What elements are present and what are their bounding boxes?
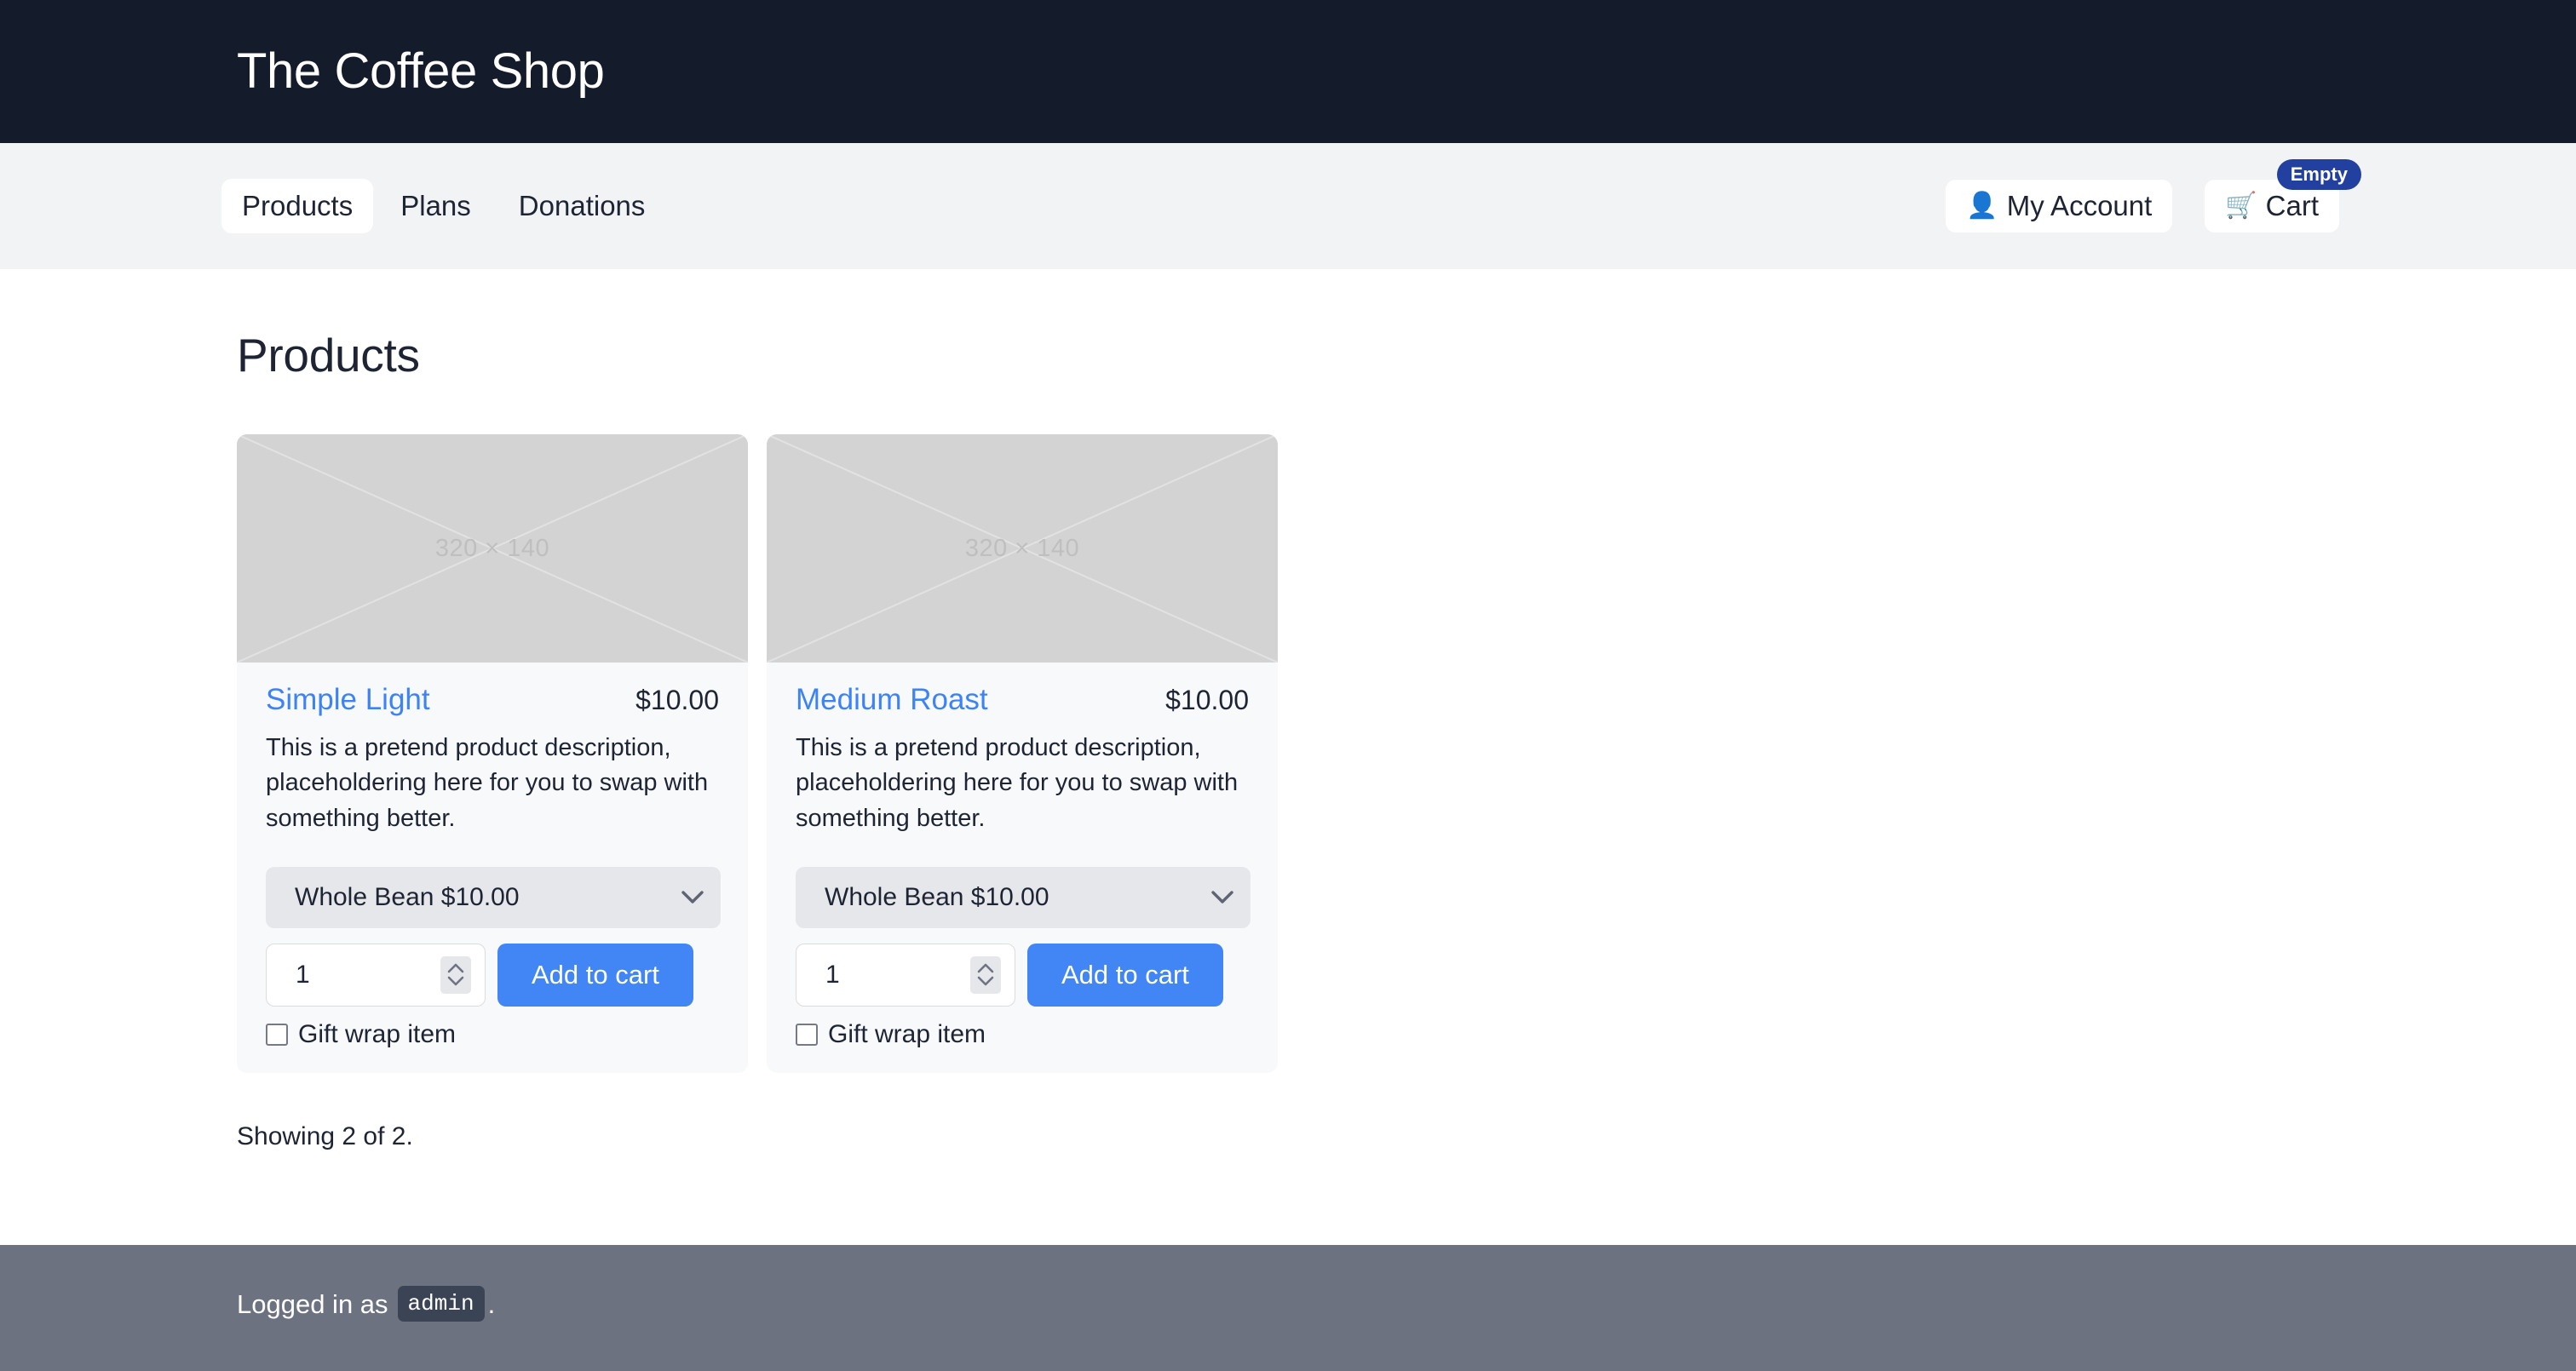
placeholder-dimensions-label: 320 × 140: [964, 534, 1080, 562]
product-image-placeholder: 320 × 140: [767, 434, 1278, 663]
main-navbar: Products Plans Donations 👤 My Account 🛒 …: [0, 143, 2576, 269]
logged-in-username: admin: [397, 1286, 485, 1322]
quantity-stepper[interactable]: 1: [266, 943, 486, 1007]
product-card-header: Simple Light $10.00: [266, 683, 719, 717]
product-variant-select[interactable]: Whole Bean $10.00: [266, 866, 721, 928]
quantity-value: 1: [825, 960, 840, 989]
nav-actions: 👤 My Account 🛒 Cart Empty: [1946, 158, 2361, 233]
login-status: Logged in as admin .: [237, 1286, 495, 1322]
cart-label: Cart: [2265, 189, 2319, 221]
page-root: The Coffee Shop Products Plans Donations…: [0, 0, 2576, 1371]
quantity-spinner-icon[interactable]: [970, 955, 1001, 994]
product-card-body: Medium Roast $10.00 This is a pretend pr…: [767, 663, 1278, 1073]
site-footer: Logged in as admin .: [0, 1245, 2576, 1371]
login-status-prefix: Logged in as: [237, 1288, 388, 1319]
gift-wrap-label: Gift wrap item: [298, 1019, 457, 1048]
my-account-label: My Account: [2006, 189, 2153, 221]
bust-in-silhouette-icon: 👤: [1966, 191, 1998, 220]
gift-wrap-label: Gift wrap item: [828, 1019, 986, 1048]
product-card: 320 × 140 Medium Roast $10.00 This is a …: [767, 434, 1278, 1073]
product-title-link[interactable]: Simple Light: [266, 683, 430, 717]
gift-wrap-row[interactable]: Gift wrap item: [796, 1019, 1249, 1048]
cart-status-badge: Empty: [2276, 158, 2361, 190]
quantity-stepper[interactable]: 1: [796, 943, 1015, 1007]
product-card-body: Simple Light $10.00 This is a pretend pr…: [237, 663, 748, 1073]
gift-wrap-row[interactable]: Gift wrap item: [266, 1019, 719, 1048]
quantity-value: 1: [296, 960, 310, 989]
nav-item-donations[interactable]: Donations: [498, 179, 666, 233]
site-title: The Coffee Shop: [237, 43, 605, 99]
product-price: $10.00: [1165, 685, 1249, 715]
product-variant-select[interactable]: Whole Bean $10.00: [796, 866, 1251, 928]
main-content: Products 320 × 140 Simple Light $10.00 T…: [0, 269, 2576, 1245]
nav-links: Products Plans Donations: [221, 178, 666, 234]
gift-wrap-checkbox[interactable]: [266, 1023, 288, 1046]
product-title-link[interactable]: Medium Roast: [796, 683, 988, 717]
product-description: This is a pretend product description, p…: [266, 734, 709, 832]
my-account-button[interactable]: 👤 My Account: [1946, 179, 2173, 233]
product-image-placeholder: 320 × 140: [237, 434, 748, 663]
chevron-down-icon: [681, 891, 704, 904]
product-price: $10.00: [635, 685, 719, 715]
results-count: Showing 2 of 2.: [237, 1121, 413, 1150]
quantity-and-add-row: 1 Add to cart: [266, 943, 719, 1007]
product-card-header: Medium Roast $10.00: [796, 683, 1249, 717]
product-grid: 320 × 140 Simple Light $10.00 This is a …: [237, 434, 2576, 1073]
quantity-and-add-row: 1 Add to cart: [796, 943, 1249, 1007]
add-to-cart-button[interactable]: Add to cart: [1027, 943, 1223, 1007]
nav-item-plans[interactable]: Plans: [380, 179, 492, 233]
nav-item-products[interactable]: Products: [221, 178, 374, 234]
shopping-cart-icon: 🛒: [2225, 191, 2257, 220]
add-to-cart-button[interactable]: Add to cart: [497, 943, 693, 1007]
page-title: Products: [237, 329, 420, 381]
product-description: This is a pretend product description, p…: [796, 734, 1239, 832]
chevron-down-icon: [1211, 891, 1233, 904]
cart-button-wrapper: 🛒 Cart Empty: [2205, 158, 2361, 233]
variant-selected-value: Whole Bean $10.00: [295, 882, 520, 911]
quantity-spinner-icon[interactable]: [440, 955, 471, 994]
site-masthead: The Coffee Shop: [0, 0, 2576, 143]
product-card: 320 × 140 Simple Light $10.00 This is a …: [237, 434, 748, 1073]
placeholder-dimensions-label: 320 × 140: [434, 534, 550, 562]
gift-wrap-checkbox[interactable]: [796, 1023, 818, 1046]
login-status-suffix: .: [487, 1288, 496, 1319]
variant-selected-value: Whole Bean $10.00: [825, 882, 1049, 911]
